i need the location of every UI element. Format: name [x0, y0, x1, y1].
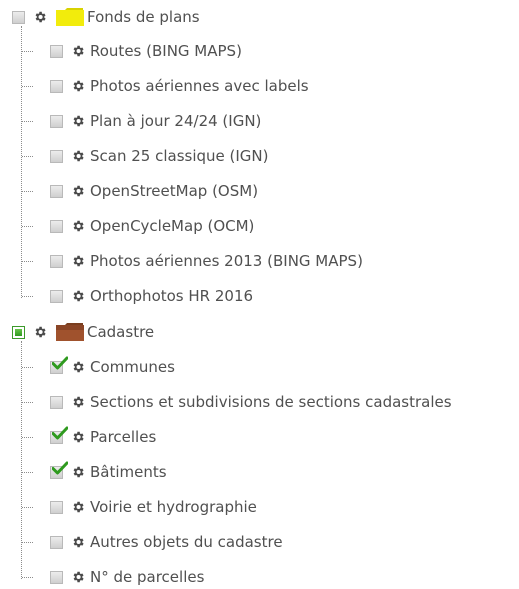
tree-connector — [22, 226, 33, 227]
layer-label: Photos aériennes avec labels — [90, 77, 309, 95]
layer-label: Communes — [90, 358, 175, 376]
gear-icon[interactable] — [71, 570, 85, 584]
tree-connector — [22, 121, 33, 122]
tree-connector — [22, 437, 33, 438]
gear-icon[interactable] — [71, 149, 85, 163]
gear-icon[interactable] — [71, 360, 85, 374]
layer-label: Parcelles — [90, 428, 157, 446]
layer-label: Bâtiments — [90, 463, 167, 481]
gear-icon[interactable] — [71, 184, 85, 198]
tree-connector — [22, 51, 33, 52]
layer-label: Photos aériennes 2013 (BING MAPS) — [90, 252, 363, 270]
layer-checkbox[interactable] — [50, 114, 63, 128]
layer-checkbox[interactable] — [50, 395, 63, 409]
tree-connector — [22, 86, 33, 87]
group-checkbox-fonds-de-plans[interactable] — [12, 10, 25, 24]
layer-row[interactable]: OpenCycleMap (OCM) — [50, 215, 254, 237]
layer-label: N° de parcelles — [90, 568, 205, 586]
layer-checkbox[interactable] — [50, 219, 63, 233]
layer-checkbox[interactable] — [50, 289, 63, 303]
tree-connector — [22, 507, 33, 508]
folder-icon — [56, 8, 84, 26]
layer-label: Scan 25 classique (IGN) — [90, 147, 269, 165]
layer-row[interactable]: Sections et subdivisions de sections cad… — [50, 391, 452, 413]
group-row-fonds-de-plans[interactable]: Fonds de plans — [12, 6, 200, 28]
tree-connector — [22, 542, 33, 543]
layer-label: Plan à jour 24/24 (IGN) — [90, 112, 262, 130]
layer-checkbox[interactable] — [50, 426, 68, 444]
gear-icon[interactable] — [33, 325, 47, 339]
tree-connector — [22, 296, 33, 297]
layer-row[interactable]: Parcelles — [50, 426, 156, 448]
gear-icon[interactable] — [71, 395, 85, 409]
tree-connector — [22, 402, 33, 403]
gear-icon[interactable] — [71, 219, 85, 233]
layer-tree: Fonds de plans Routes (BING MAPS) Photos… — [0, 0, 519, 589]
gear-icon[interactable] — [71, 500, 85, 514]
gear-icon[interactable] — [71, 430, 85, 444]
layer-label: OpenStreetMap (OSM) — [90, 182, 259, 200]
checkmark-icon — [52, 356, 68, 369]
layer-row[interactable]: Routes (BING MAPS) — [50, 40, 242, 62]
layer-checkbox[interactable] — [50, 500, 63, 514]
layer-label: Voirie et hydrographie — [90, 498, 257, 516]
group-row-cadastre[interactable]: Cadastre — [12, 321, 154, 343]
gear-icon[interactable] — [33, 10, 47, 24]
layer-row[interactable]: OpenStreetMap (OSM) — [50, 180, 258, 202]
tree-connector — [21, 26, 22, 298]
tree-connector — [21, 341, 22, 579]
layer-row[interactable]: Voirie et hydrographie — [50, 496, 257, 518]
gear-icon[interactable] — [71, 254, 85, 268]
group-checkbox-cadastre[interactable] — [12, 325, 25, 339]
gear-icon[interactable] — [71, 114, 85, 128]
group-label: Fonds de plans — [87, 8, 200, 26]
tree-connector — [22, 261, 33, 262]
layer-checkbox[interactable] — [50, 79, 63, 93]
layer-row[interactable]: Photos aériennes avec labels — [50, 75, 309, 97]
tree-connector — [22, 472, 33, 473]
layer-label: Orthophotos HR 2016 — [90, 287, 254, 305]
gear-icon[interactable] — [71, 535, 85, 549]
folder-icon — [56, 323, 84, 341]
gear-icon[interactable] — [71, 79, 85, 93]
gear-icon[interactable] — [71, 465, 85, 479]
group-label: Cadastre — [87, 323, 155, 341]
checkmark-icon — [52, 461, 68, 474]
layer-label: Sections et subdivisions de sections cad… — [90, 393, 452, 411]
layer-checkbox[interactable] — [50, 461, 68, 479]
layer-checkbox[interactable] — [50, 184, 63, 198]
layer-row[interactable]: Bâtiments — [50, 461, 167, 483]
layer-label: Autres objets du cadastre — [90, 533, 283, 551]
layer-row[interactable]: Photos aériennes 2013 (BING MAPS) — [50, 250, 363, 272]
checkmark-icon — [52, 426, 68, 439]
layer-label: Routes (BING MAPS) — [90, 42, 242, 60]
layer-checkbox[interactable] — [50, 254, 63, 268]
tree-connector — [22, 367, 33, 368]
layer-checkbox[interactable] — [50, 149, 63, 163]
layer-checkbox[interactable] — [50, 570, 63, 584]
tree-connector — [22, 191, 33, 192]
layer-row[interactable]: Scan 25 classique (IGN) — [50, 145, 269, 167]
layer-row[interactable]: Communes — [50, 356, 175, 378]
gear-icon[interactable] — [71, 289, 85, 303]
tree-connector — [22, 156, 33, 157]
layer-row[interactable]: Autres objets du cadastre — [50, 531, 283, 553]
layer-row[interactable]: Orthophotos HR 2016 — [50, 285, 253, 307]
tree-connector — [22, 577, 33, 578]
layer-row[interactable]: N° de parcelles — [50, 566, 204, 588]
layer-checkbox[interactable] — [50, 535, 63, 549]
layer-checkbox[interactable] — [50, 44, 63, 58]
layer-checkbox[interactable] — [50, 356, 68, 374]
layer-row[interactable]: Plan à jour 24/24 (IGN) — [50, 110, 261, 132]
gear-icon[interactable] — [71, 44, 85, 58]
layer-label: OpenCycleMap (OCM) — [90, 217, 255, 235]
